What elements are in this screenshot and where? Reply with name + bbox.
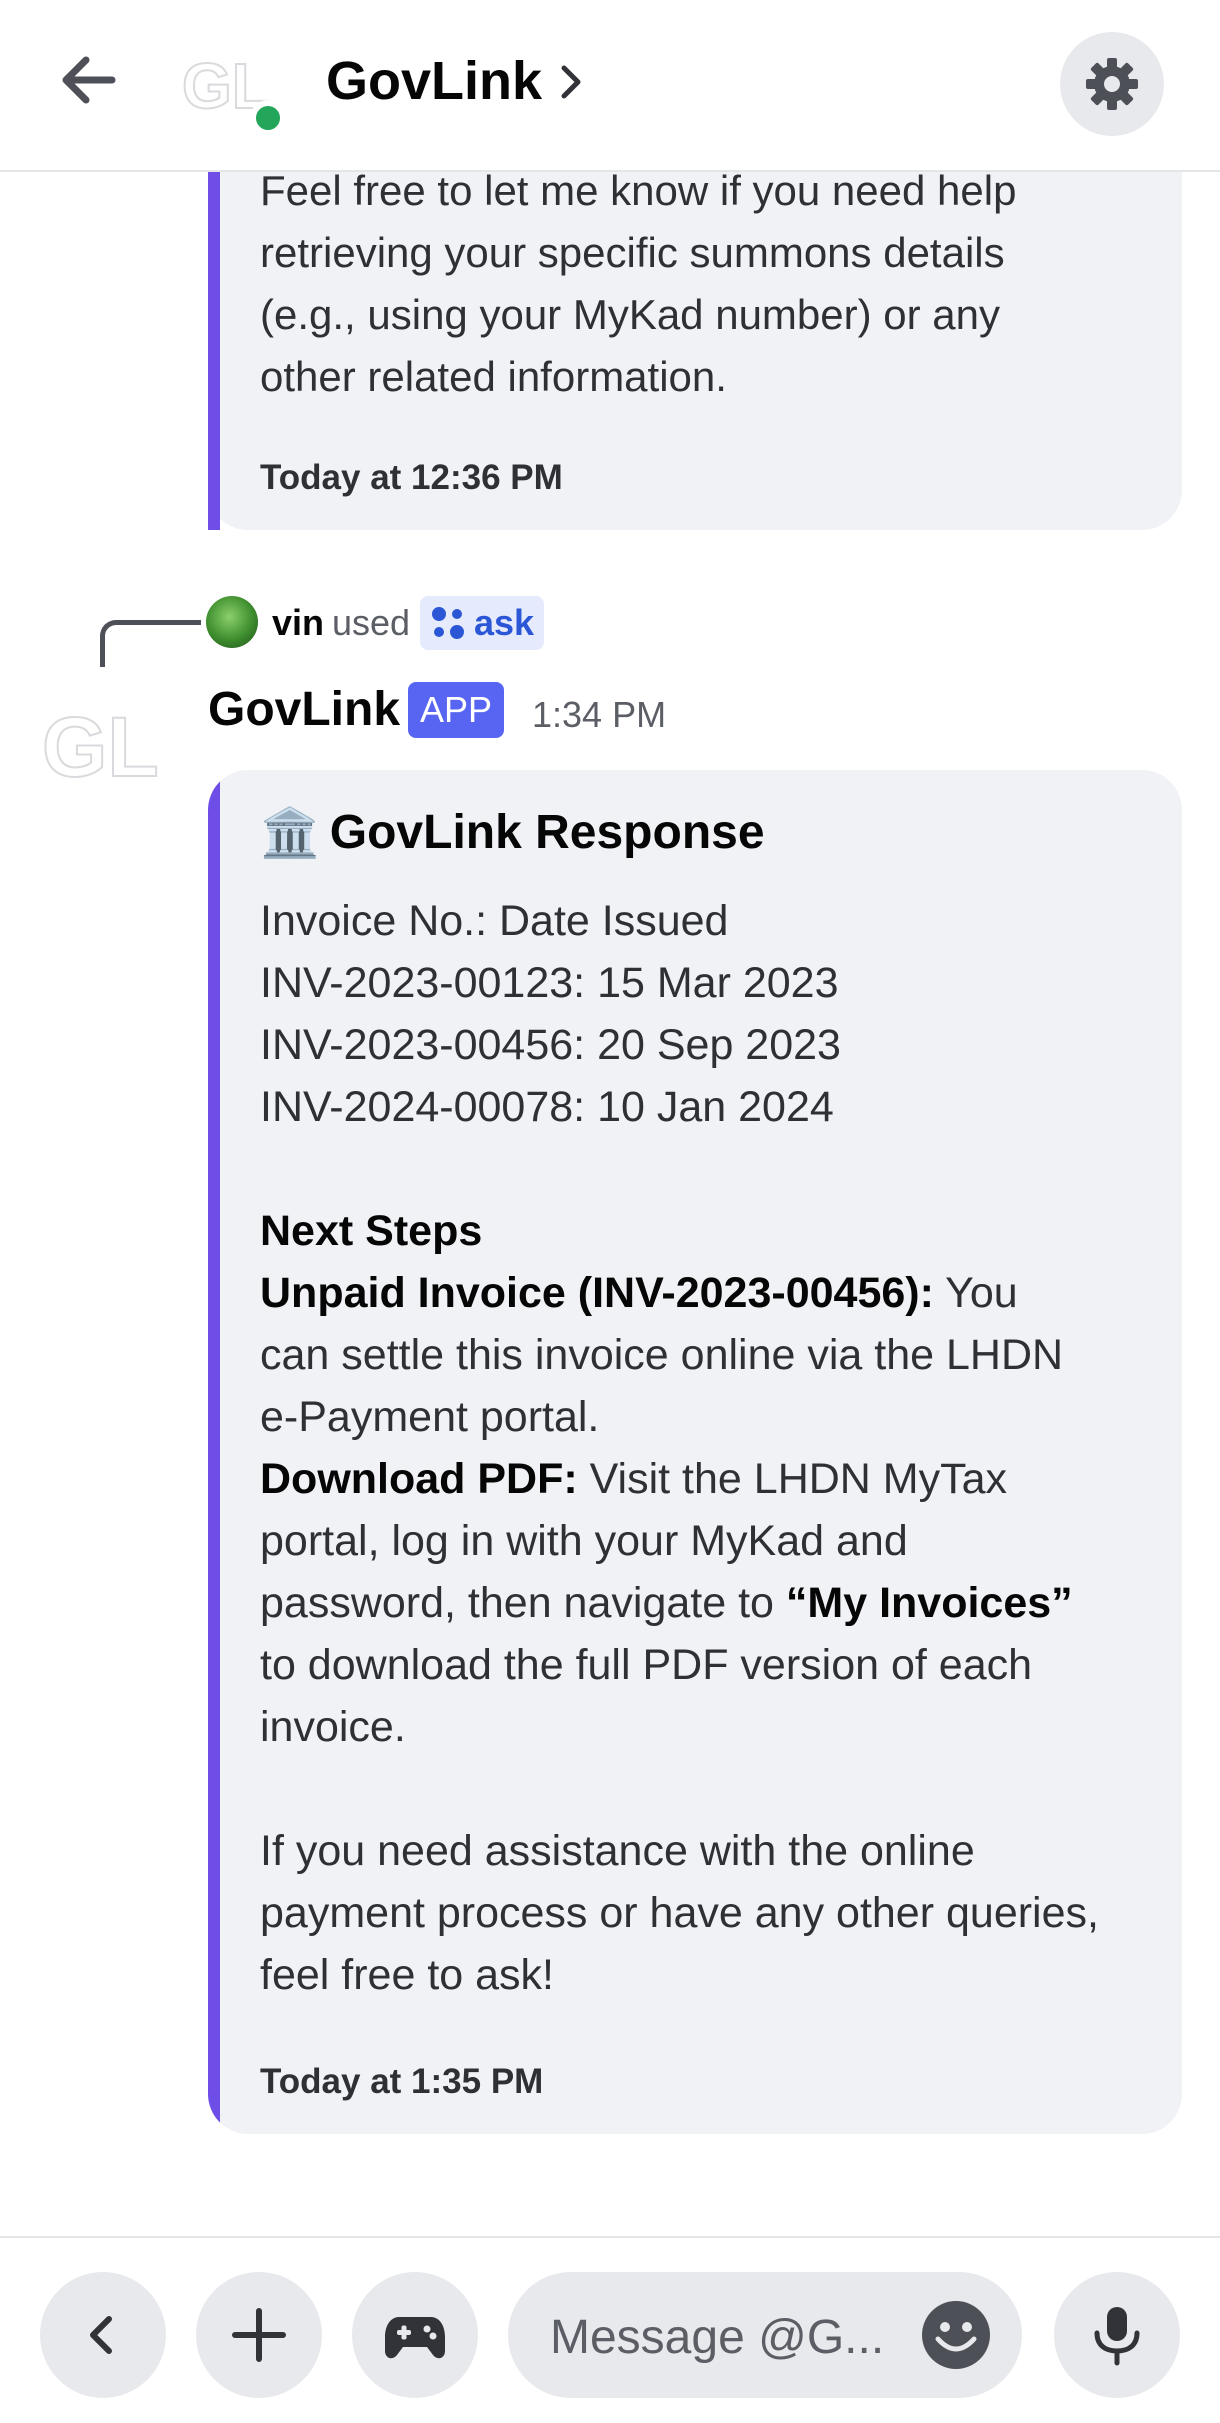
invoice-row: INV-2023-00456: 20 Sep 2023: [260, 1021, 841, 1069]
message-time: 1:34 PM: [532, 694, 667, 735]
text-line: (e.g., using your MyKad number) or any: [260, 291, 1001, 338]
embed-accent-bar: [208, 150, 220, 530]
settings-button[interactable]: [1060, 32, 1164, 136]
body-text: Visit the LHDN MyTax: [577, 1455, 1008, 1503]
chevron-left-icon: [90, 2316, 112, 2354]
closing-text: payment process or have any other querie…: [260, 1889, 1099, 1937]
chevron-right-icon[interactable]: [556, 60, 586, 104]
reply-connector: [100, 620, 201, 667]
slash-command-pill[interactable]: ask: [420, 596, 545, 650]
message-author[interactable]: GovLink: [208, 682, 400, 737]
message-input[interactable]: Message @G...: [508, 2272, 1022, 2398]
invoice-header: Invoice No.: Date Issued: [260, 897, 729, 945]
body-text: to download the full PDF version of each: [260, 1641, 1033, 1689]
govlink-response-embed: 🏛️ GovLink Response Invoice No.: Date Is…: [208, 770, 1182, 2134]
previous-timestamp: Today at 12:36 PM: [260, 458, 563, 497]
closing-text: feel free to ask!: [260, 1951, 554, 1999]
embed-accent-bar: [208, 770, 220, 2134]
body-text: invoice.: [260, 1703, 406, 1751]
embed-title: 🏛️ GovLink Response: [260, 804, 765, 861]
govlink-message-avatar[interactable]: GL: [40, 690, 166, 790]
voice-message-button[interactable]: [1054, 2272, 1180, 2398]
embed-title-text: GovLink Response: [329, 806, 765, 859]
body-text: You: [933, 1269, 1018, 1317]
download-label: Download PDF:: [260, 1455, 578, 1503]
embed-body: Invoice No.: Date Issued INV-2023-00123:…: [260, 890, 1099, 2006]
chat-header: GL GovLink: [0, 0, 1220, 172]
composer-divider: [0, 2236, 1220, 2238]
body-text: portal, log in with your MyKad and: [260, 1517, 908, 1565]
invoice-row: INV-2023-00123: 15 Mar 2023: [260, 959, 839, 1007]
command-name: ask: [474, 602, 535, 643]
previous-embed-text: Feel free to let me know if you need hel…: [260, 160, 1016, 408]
svg-text:GL: GL: [42, 700, 159, 790]
add-attachment-button[interactable]: [196, 2272, 322, 2398]
unpaid-label: Unpaid Invoice (INV-2023-00456):: [260, 1269, 934, 1317]
message-placeholder: Message @G...: [550, 2311, 885, 2364]
activities-button[interactable]: [352, 2272, 478, 2398]
previous-embed: Feel free to let me know if you need hel…: [208, 150, 1182, 530]
classical-building-icon: 🏛️: [260, 807, 320, 860]
text-line: other related information.: [260, 353, 727, 400]
body-text: e-Payment portal.: [260, 1393, 600, 1441]
app-command-icon: [432, 607, 464, 639]
microphone-icon: [1094, 2307, 1140, 2366]
user-avatar[interactable]: [206, 596, 258, 648]
gear-icon: [1086, 58, 1138, 110]
collapse-button[interactable]: [40, 2272, 166, 2398]
plus-icon: [232, 2308, 286, 2362]
arrow-left-icon: [62, 56, 116, 104]
text-line: retrieving your specific summons details: [260, 229, 1005, 276]
embed-timestamp: Today at 1:35 PM: [260, 2062, 544, 2101]
interaction-user[interactable]: vin: [272, 602, 324, 644]
online-status-dot: [250, 100, 286, 136]
body-text: password, then navigate to: [260, 1579, 786, 1627]
emoji-icon[interactable]: [920, 2299, 992, 2371]
interaction-used-text: used: [332, 602, 411, 643]
back-button[interactable]: [50, 40, 130, 120]
next-steps-heading: Next Steps: [260, 1207, 483, 1255]
app-badge: APP: [408, 682, 505, 738]
invoice-row: INV-2024-00078: 10 Jan 2024: [260, 1083, 834, 1131]
channel-title[interactable]: GovLink: [326, 50, 542, 112]
body-text: can settle this invoice online via the L…: [260, 1331, 1064, 1379]
closing-text: If you need assistance with the online: [260, 1827, 975, 1875]
gamepad-icon: [385, 2317, 445, 2359]
my-invoices-text: “My Invoices”: [785, 1579, 1073, 1627]
